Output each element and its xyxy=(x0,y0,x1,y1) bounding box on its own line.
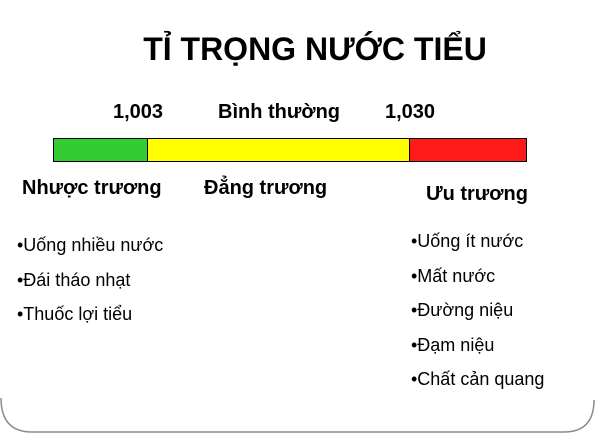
scale-normal-label: Bình thường xyxy=(218,101,341,123)
list-item: •Thuốc lợi tiểu xyxy=(17,304,133,324)
hypertonic-causes-list: •Uống ít nước •Mất nước •Đường niệu •Đạm… xyxy=(411,224,544,397)
list-item: •Uống ít nước xyxy=(411,231,524,251)
list-item: •Chất cản quang xyxy=(411,369,545,389)
scale-segment-hypertonic xyxy=(410,139,526,161)
list-item: •Đạm niệu xyxy=(411,334,495,355)
scale-low-value: 1,003 xyxy=(113,101,164,123)
list-item: •Đường niệu xyxy=(411,300,514,320)
category-label-isotonic: Đẳng trương xyxy=(204,177,328,199)
hypotonic-causes-list: •Uống nhiều nước •Đái tháo nhạt •Thuốc l… xyxy=(17,228,163,332)
list-item: •Mất nước xyxy=(411,265,496,286)
scale-segment-hypotonic xyxy=(54,139,148,161)
scale-high-value: 1,030 xyxy=(385,101,436,123)
slide-title: TỈ TRỌNG NƯỚC TIỂU xyxy=(143,31,487,67)
category-label-hypotonic: Nhược trương xyxy=(22,177,162,199)
category-label-hypertonic: Ưu trương xyxy=(426,183,528,205)
list-item: •Uống nhiều nước xyxy=(17,235,164,255)
scale-segment-isotonic xyxy=(148,139,410,161)
list-item: •Đái tháo nhạt xyxy=(17,269,131,290)
specific-gravity-scale-bar xyxy=(53,138,527,162)
